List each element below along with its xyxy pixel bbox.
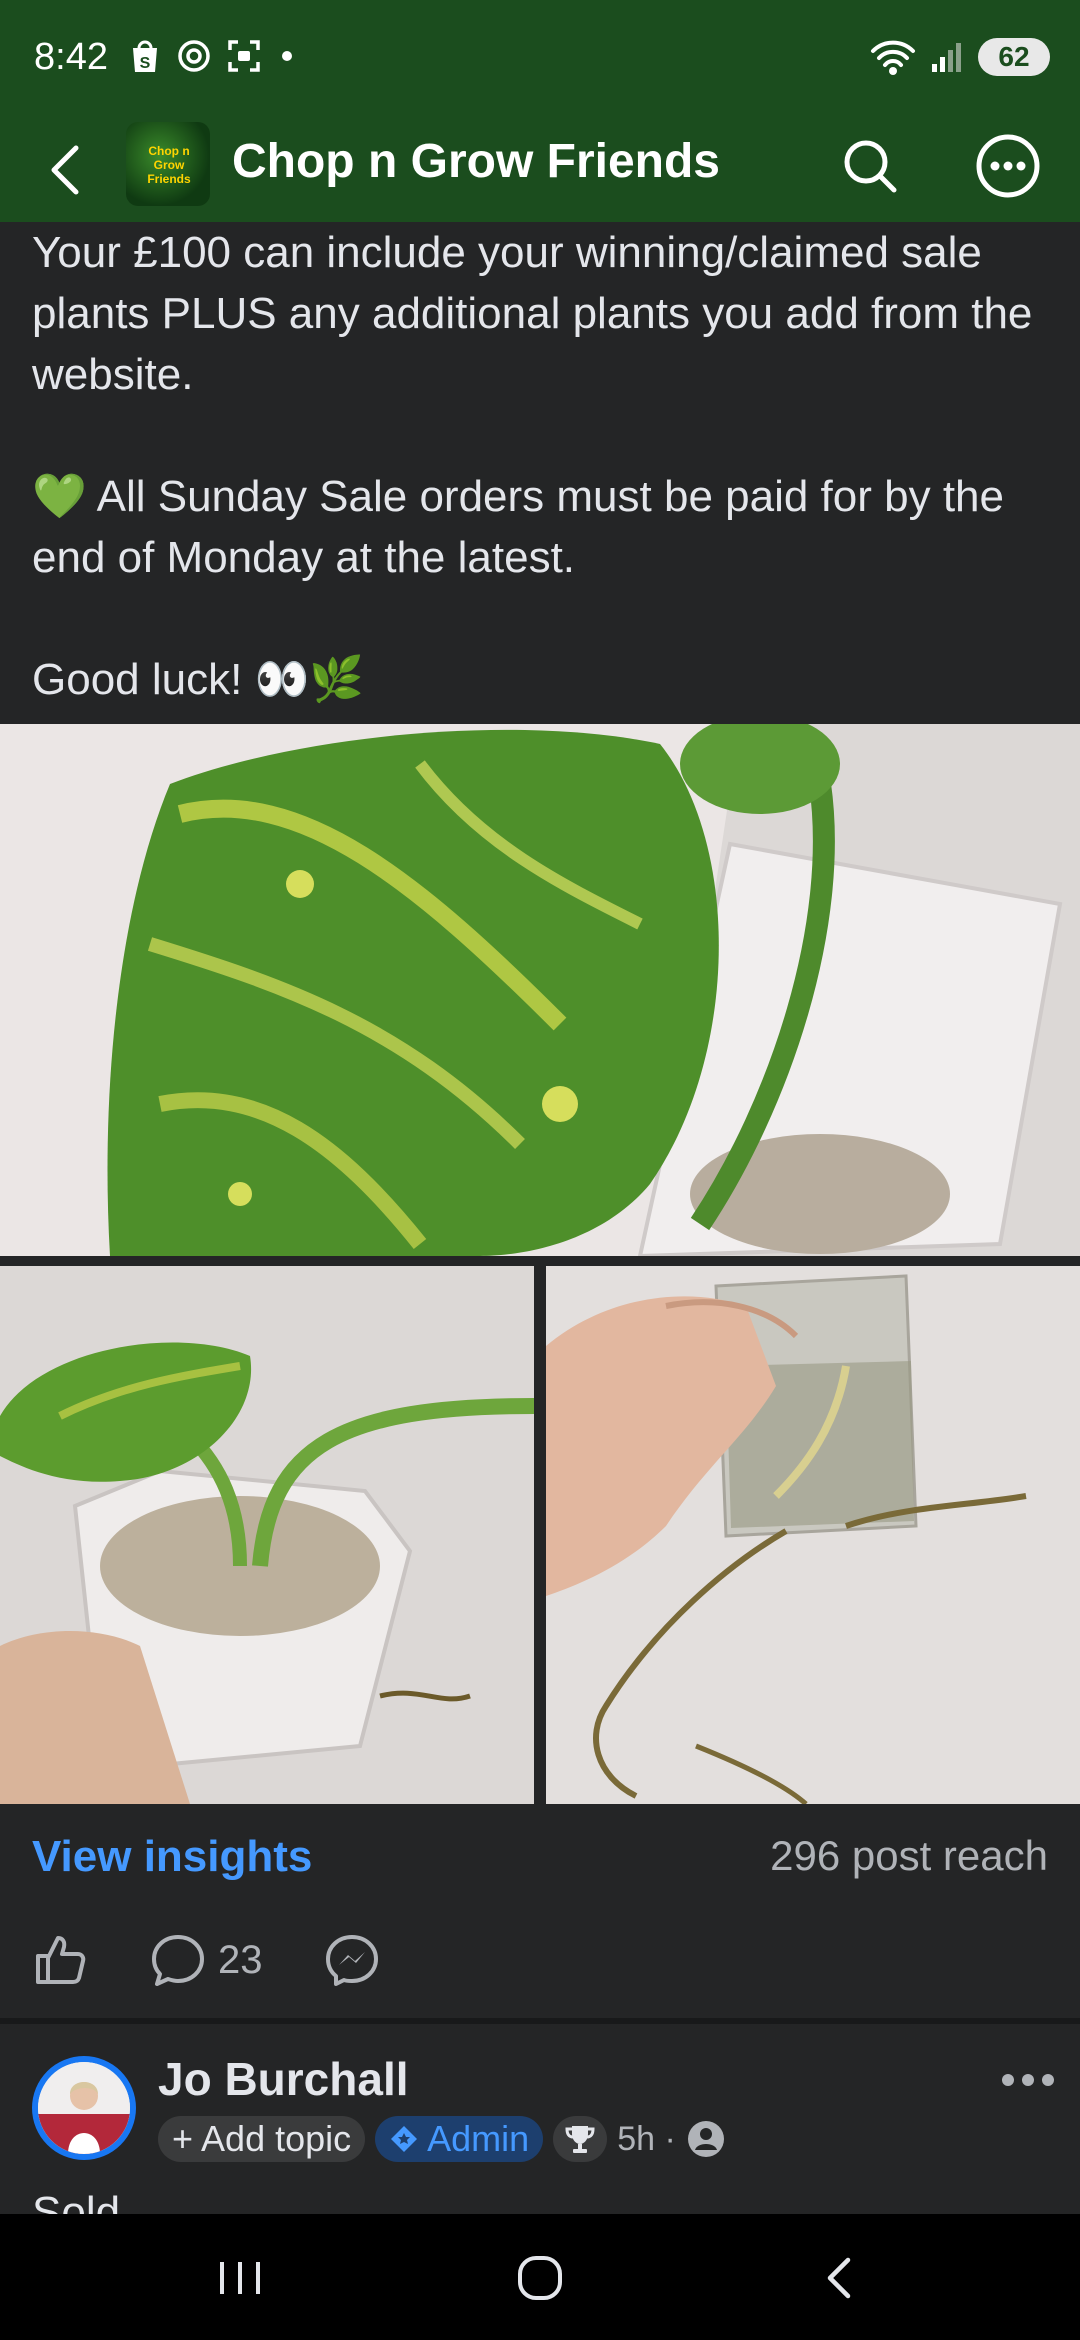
comment-button[interactable]: 23	[150, 1928, 263, 1992]
post-body: Your £100 can include your winning/claim…	[32, 222, 1052, 710]
group-logo[interactable]: Chop n Grow Friends	[126, 122, 210, 206]
status-time: 8:42	[34, 36, 108, 78]
battery-level: 62	[998, 41, 1030, 72]
post-photo-right[interactable]	[546, 1266, 1080, 1804]
svg-text:S: S	[140, 55, 151, 72]
messenger-icon	[326, 1935, 378, 1986]
signal-icon	[932, 43, 961, 72]
post-photo-main[interactable]	[0, 724, 1080, 1256]
group-logo-text: Chop n Grow Friends	[147, 144, 191, 186]
back-nav-icon[interactable]	[810, 2248, 870, 2308]
post-reach: 296 post reach	[770, 1832, 1048, 1879]
more-options-icon[interactable]	[974, 132, 1042, 200]
wifi-icon	[871, 40, 915, 75]
comment-more-icon[interactable]	[1000, 2070, 1056, 2090]
add-topic-button[interactable]: + Add topic	[158, 2116, 366, 2162]
messenger-share-button[interactable]	[324, 1928, 380, 1992]
commenter-avatar[interactable]	[32, 2056, 136, 2160]
recent-apps-icon[interactable]	[210, 2248, 270, 2308]
like-button[interactable]	[32, 1928, 88, 1992]
post-photo-left[interactable]	[0, 1266, 534, 1804]
thumbs-up-icon	[36, 1936, 86, 1984]
threads-icon	[178, 40, 210, 72]
top-contributor-badge[interactable]	[553, 2116, 608, 2162]
green-heart-emoji: 💚	[32, 472, 87, 521]
notification-icons: S	[128, 38, 292, 74]
post-paragraph-2: 💚 All Sunday Sale orders must be paid fo…	[32, 472, 1004, 582]
screenshot-icon	[228, 40, 260, 72]
view-insights-link[interactable]: View insights	[32, 1832, 312, 1882]
more-notifications-dot	[282, 51, 292, 61]
group-title[interactable]: Chop n Grow Friends	[232, 132, 720, 192]
admin-badge[interactable]: Admin	[375, 2116, 544, 2162]
shop-icon: S	[133, 40, 157, 72]
post-paragraph-1: Your £100 can include your winning/claim…	[32, 228, 1033, 399]
commenter-name[interactable]: Jo Burchall	[158, 2052, 409, 2106]
search-icon[interactable]	[836, 132, 904, 200]
comment-icon	[152, 1935, 204, 1986]
insights-row: View insights 296 post reach	[0, 1804, 1080, 1906]
post-actions: 23	[0, 1906, 1080, 2018]
comment-time: 5h ·	[617, 2119, 676, 2158]
top-bar: 8:42 S 62 Chop n Grow Friends Chop n Gro…	[0, 0, 1080, 222]
home-icon[interactable]	[510, 2248, 570, 2308]
system-icons: 62	[870, 38, 1050, 76]
avatar-photo	[38, 2062, 130, 2154]
trophy-icon	[565, 2126, 595, 2153]
comment-meta: + Add topic Admin 5h ·	[158, 2116, 726, 2162]
comment-item: Jo Burchall + Add topic Admin 5h · Sold	[0, 2024, 1080, 2237]
comment-count: 23	[218, 1937, 263, 1982]
battery-indicator: 62	[978, 38, 1050, 76]
post-paragraph-3: Good luck! 👀🌿	[32, 655, 365, 704]
status-bar: 8:42 S 62	[0, 0, 1080, 118]
system-nav-bar	[0, 2214, 1080, 2340]
admin-shield-icon	[391, 2126, 418, 2152]
privacy-members-icon	[687, 2121, 724, 2157]
back-arrow-icon[interactable]	[36, 138, 100, 202]
group-header: Chop n Grow Friends Chop n Grow Friends	[0, 118, 1080, 222]
